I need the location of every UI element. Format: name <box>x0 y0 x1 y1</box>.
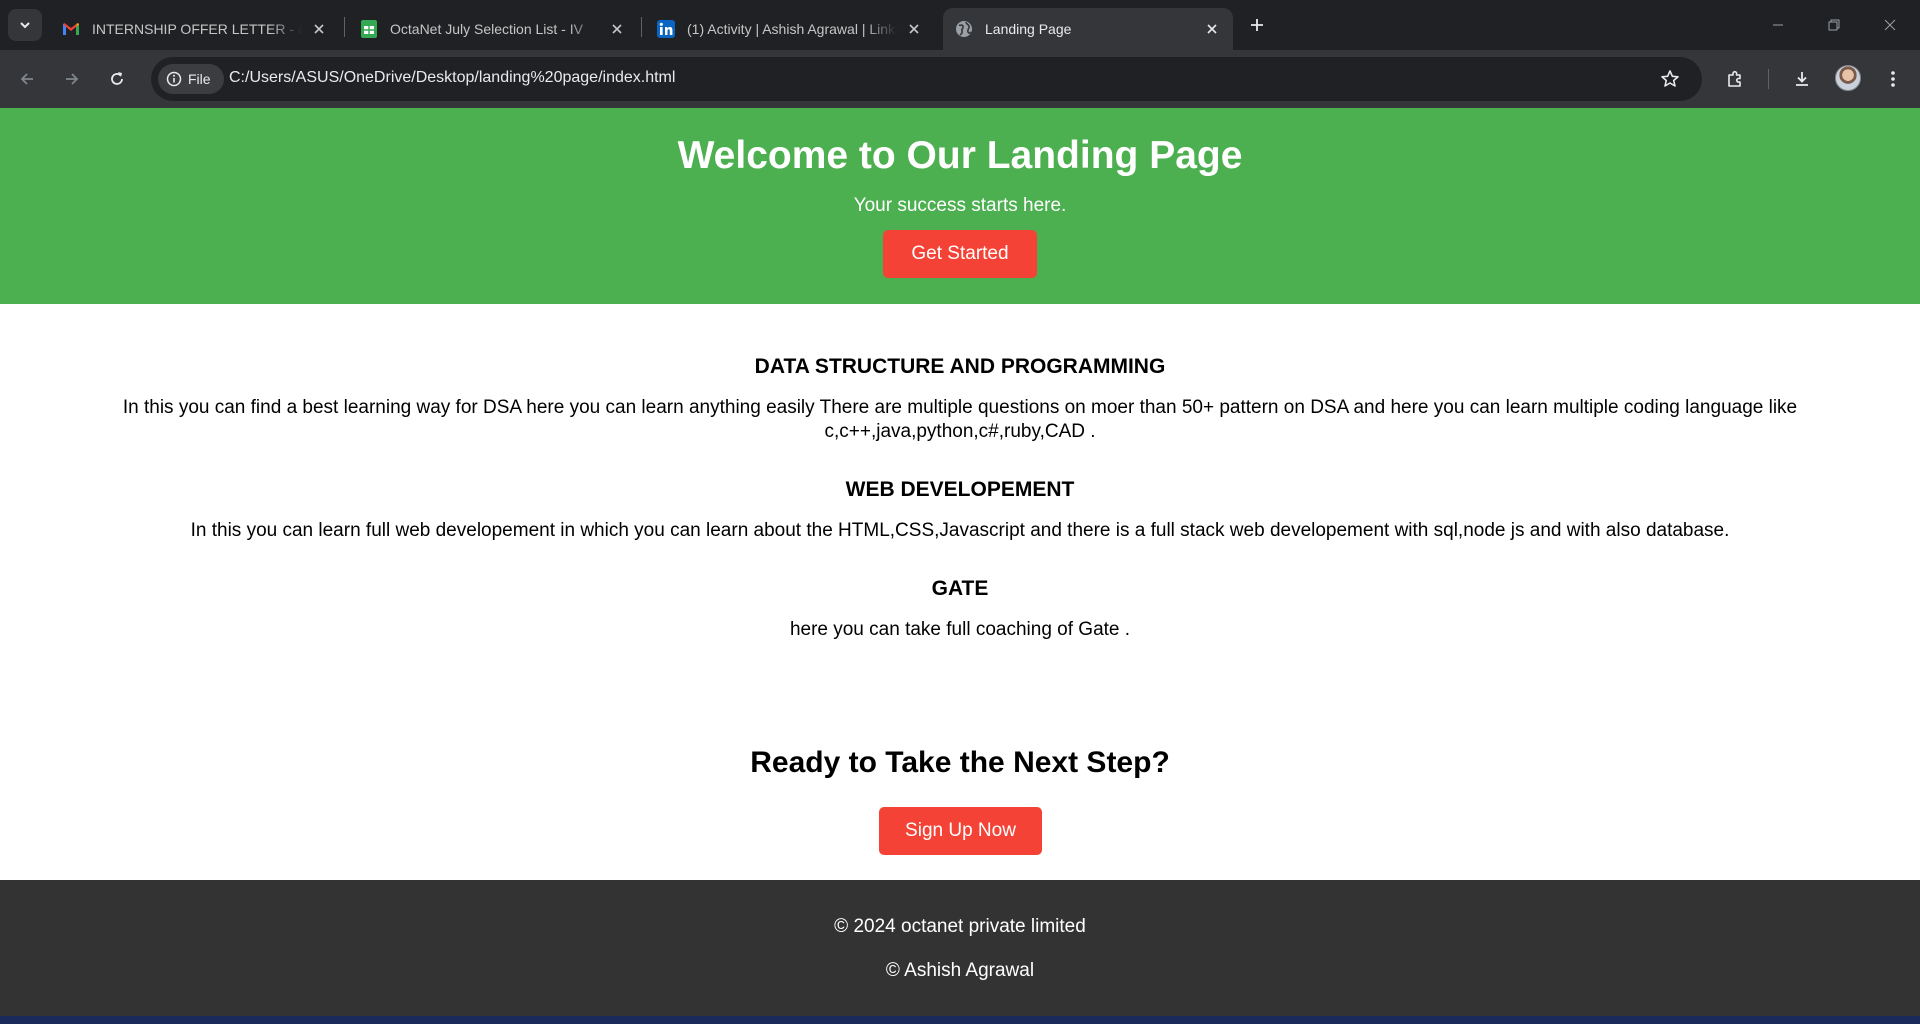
download-icon <box>1796 72 1808 86</box>
hero-tagline: Your success starts here. <box>853 195 1067 216</box>
close-window-button[interactable] <box>1862 0 1918 50</box>
bottom-edge-strip <box>0 1016 1920 1024</box>
google-sheets-icon <box>360 20 378 38</box>
sign-up-button[interactable]: Sign Up Now <box>879 807 1042 855</box>
more-vertical-icon <box>1891 71 1895 87</box>
page-viewport: Welcome to Our Landing Page Your success… <box>0 108 1920 1024</box>
menu-button[interactable] <box>1878 64 1908 94</box>
tab-title: (1) Activity | Ashish Agrawal | LinkedIn <box>687 21 897 37</box>
cta-title: Ready to Take the Next Step? <box>750 746 1170 779</box>
site-info-chip[interactable]: File <box>158 64 224 94</box>
plus-icon <box>1251 19 1263 31</box>
web-dev-section: WEB DEVELOPEMENT In this you can learn f… <box>70 478 1850 543</box>
reload-button[interactable] <box>102 64 132 94</box>
restore-button[interactable] <box>1806 0 1862 50</box>
restore-icon <box>1828 19 1840 31</box>
hero-title: Welcome to Our Landing Page <box>677 134 1243 177</box>
browser-tab-strip: INTERNSHIP OFFER LETTER - ashis OctaNet … <box>0 0 1920 50</box>
section-text: here you can take full coaching of Gate … <box>789 619 1131 640</box>
reload-icon <box>111 72 123 85</box>
close-icon[interactable] <box>608 20 626 38</box>
tab-gmail[interactable]: INTERNSHIP OFFER LETTER - ashis <box>50 8 340 50</box>
gate-section: GATE here you can take full coaching of … <box>70 577 1850 642</box>
footer-copyright: © 2024 octanet private limited <box>834 916 1086 937</box>
extensions-button[interactable] <box>1720 64 1750 94</box>
chevron-down-icon <box>20 22 30 29</box>
downloads-button[interactable] <box>1787 64 1817 94</box>
hero-section: Welcome to Our Landing Page Your success… <box>0 108 1920 304</box>
footer-author: © Ashish Agrawal <box>885 960 1035 981</box>
section-text: In this you can learn full web developem… <box>190 520 1730 541</box>
section-text: In this you can find a best learning way… <box>122 397 1798 442</box>
close-icon[interactable] <box>905 20 923 38</box>
arrow-left-icon <box>20 73 33 85</box>
close-icon[interactable] <box>1203 20 1221 38</box>
tab-landing-page[interactable]: Landing Page <box>943 8 1233 50</box>
dsa-section: DATA STRUCTURE AND PROGRAMMING In this y… <box>70 355 1850 444</box>
arrow-right-icon <box>66 73 79 85</box>
get-started-button[interactable]: Get Started <box>883 230 1037 278</box>
minimize-button[interactable] <box>1750 0 1806 50</box>
section-heading: DATA STRUCTURE AND PROGRAMMING <box>754 355 1166 378</box>
url-text[interactable]: C:/Users/ASUS/OneDrive/Desktop/landing%2… <box>229 69 675 87</box>
globe-icon <box>955 20 973 38</box>
gmail-icon <box>62 20 80 38</box>
tab-octanet-sheet[interactable]: OctaNet July Selection List - IV <box>348 8 638 50</box>
close-icon[interactable] <box>310 20 328 38</box>
back-button[interactable] <box>12 64 42 94</box>
profile-avatar[interactable] <box>1835 65 1861 91</box>
minimize-icon <box>1773 24 1783 26</box>
tab-search-button[interactable] <box>8 9 42 41</box>
star-icon <box>1661 70 1679 87</box>
browser-toolbar: File C:/Users/ASUS/OneDrive/Desktop/land… <box>0 50 1920 108</box>
site-info-label: File <box>188 71 211 87</box>
linkedin-icon <box>657 20 675 38</box>
toolbar-divider <box>1768 69 1769 89</box>
close-icon <box>1884 19 1896 31</box>
forward-button[interactable] <box>57 64 87 94</box>
section-heading: GATE <box>931 577 989 600</box>
address-bar[interactable]: File C:/Users/ASUS/OneDrive/Desktop/land… <box>151 57 1702 101</box>
tab-title: INTERNSHIP OFFER LETTER - ashis <box>92 21 302 37</box>
tab-linkedin[interactable]: (1) Activity | Ashish Agrawal | LinkedIn <box>645 8 935 50</box>
tab-title: Landing Page <box>985 21 1072 37</box>
puzzle-icon <box>1728 70 1741 87</box>
tab-divider <box>344 17 345 37</box>
info-icon <box>166 71 182 87</box>
footer: © 2024 octanet private limited © Ashish … <box>0 880 1920 1016</box>
new-tab-button[interactable] <box>1243 11 1271 39</box>
bookmark-star-button[interactable] <box>1658 67 1682 91</box>
tab-title: OctaNet July Selection List - IV <box>390 21 583 37</box>
tab-divider <box>641 17 642 37</box>
section-heading: WEB DEVELOPEMENT <box>845 478 1075 501</box>
